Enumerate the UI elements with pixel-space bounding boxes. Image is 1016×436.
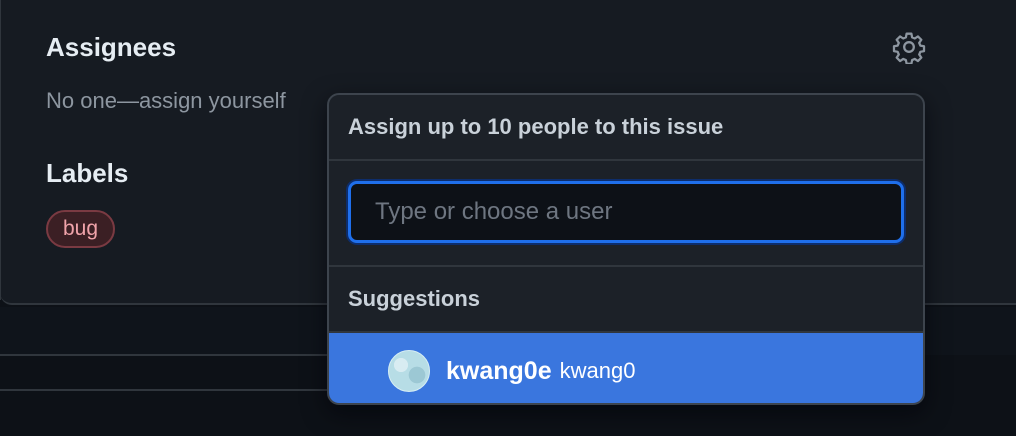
divider (0, 354, 330, 356)
suggestions-heading: Suggestions (329, 267, 923, 333)
gear-icon[interactable] (892, 30, 926, 64)
user-search-input[interactable] (348, 181, 904, 243)
divider (0, 389, 330, 391)
popover-search-section (329, 161, 923, 267)
issue-sidebar-screen: Assignees No one—assign yourself Labels … (0, 0, 1016, 436)
labels-heading: Labels (46, 158, 129, 188)
panel-border (0, 0, 1, 300)
assign-yourself-link[interactable]: No one—assign yourself (46, 88, 286, 114)
user-login: kwang0e (446, 356, 552, 385)
popover-header: Assign up to 10 people to this issue (329, 95, 923, 161)
suggestion-item-kwang0e[interactable]: kwang0e kwang0 (329, 333, 923, 403)
assignees-heading: Assignees (46, 32, 177, 62)
assignees-popover: Assign up to 10 people to this issue Sug… (327, 93, 925, 405)
avatar (388, 350, 430, 392)
user-name: kwang0 (559, 358, 636, 383)
label-badge-bug[interactable]: bug (46, 210, 116, 248)
